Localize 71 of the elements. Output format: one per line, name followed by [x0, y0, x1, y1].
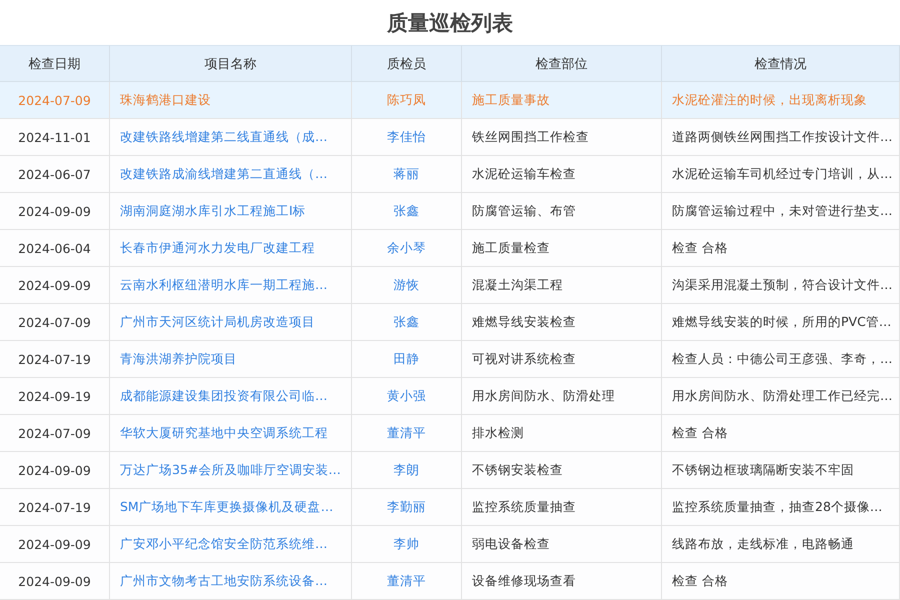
- inspector-cell[interactable]: 李佳怡: [352, 119, 462, 156]
- result-cell[interactable]: 检查人员：中德公司王彦强、李奇，…: [662, 341, 900, 378]
- location-cell[interactable]: 施工质量检查: [462, 230, 662, 267]
- result-cell[interactable]: 道路两侧铁丝网围挡工作按设计文件…: [662, 119, 900, 156]
- project-link[interactable]: 云南水利枢纽潜明水库一期工程施…: [120, 276, 328, 294]
- date-cell[interactable]: 2024-07-19: [0, 489, 110, 526]
- result-cell[interactable]: 用水房间防水、防滑处理工作已经完…: [662, 378, 900, 415]
- date-cell[interactable]: 2024-09-09: [0, 267, 110, 304]
- project-link[interactable]: 广州市天河区统计局机房改造项目: [120, 314, 315, 330]
- result-cell[interactable]: 不锈钢边框玻璃隔断安装不牢固: [662, 452, 900, 489]
- location-cell[interactable]: 用水房间防水、防滑处理: [462, 378, 662, 415]
- inspector-cell[interactable]: 李勤丽: [352, 489, 462, 526]
- location-cell[interactable]: 可视对讲系统检查: [462, 341, 662, 378]
- location-cell[interactable]: 难燃导线安装检查: [462, 304, 662, 341]
- date-cell[interactable]: 2024-09-09: [0, 563, 110, 600]
- project-link[interactable]: SM广场地下车库更换摄像机及硬盘…: [120, 498, 334, 516]
- date-cell[interactable]: 2024-07-09: [0, 415, 110, 452]
- location-cell[interactable]: 设备维修现场查看: [462, 563, 662, 600]
- date-cell[interactable]: 2024-09-09: [0, 526, 110, 563]
- project-link[interactable]: 青海洪湖养护院项目: [120, 350, 237, 368]
- inspector-cell[interactable]: 田静: [352, 341, 462, 378]
- column-header: 检查日期: [0, 45, 110, 82]
- result-cell[interactable]: 水泥砼运输车司机经过专门培训，从…: [662, 156, 900, 193]
- result-cell[interactable]: 沟渠采用混凝土预制，符合设计文件…: [662, 267, 900, 304]
- project-link[interactable]: 湖南洞庭湖水库引水工程施工Ⅰ标: [120, 202, 306, 220]
- inspector-cell[interactable]: 游恢: [352, 267, 462, 304]
- project-link[interactable]: 改建铁路成渝线增建第二直通线（…: [120, 166, 328, 182]
- location-cell[interactable]: 混凝土沟渠工程: [462, 267, 662, 304]
- location-cell[interactable]: 防腐管运输、布管: [462, 193, 662, 230]
- inspector-cell[interactable]: 李朗: [352, 452, 462, 489]
- inspector-cell[interactable]: 张鑫: [352, 304, 462, 341]
- column-header: 检查部位: [462, 45, 662, 82]
- inspector-cell[interactable]: 蒋丽: [352, 156, 462, 193]
- result-cell[interactable]: 线路布放，走线标准，电路畅通: [662, 526, 900, 563]
- result-cell[interactable]: 检查 合格: [662, 415, 900, 452]
- project-link[interactable]: 长春市伊通河水力发电厂改建工程: [120, 240, 315, 256]
- date-cell[interactable]: 2024-07-09: [0, 304, 110, 341]
- location-cell[interactable]: 监控系统质量抽查: [462, 489, 662, 526]
- project-link[interactable]: 广安邓小平纪念馆安全防范系统维…: [120, 536, 328, 552]
- location-cell[interactable]: 不锈钢安装检查: [462, 452, 662, 489]
- project-link[interactable]: 广州市文物考古工地安防系统设备…: [120, 572, 328, 590]
- result-cell[interactable]: 难燃导线安装的时候，所用的PVC管…: [662, 304, 900, 341]
- result-cell[interactable]: 防腐管运输过程中，未对管进行垫支…: [662, 193, 900, 230]
- column-header: 质检员: [352, 45, 462, 82]
- project-link[interactable]: 万达广场35#会所及咖啡厅空调安装…: [120, 462, 341, 478]
- project-link[interactable]: 改建铁路线增建第二线直通线（成…: [120, 128, 328, 146]
- inspector-cell[interactable]: 黄小强: [352, 378, 462, 415]
- location-cell[interactable]: 弱电设备检查: [462, 526, 662, 563]
- result-cell[interactable]: 检查 合格: [662, 230, 900, 267]
- date-cell[interactable]: 2024-06-04: [0, 230, 110, 267]
- date-cell[interactable]: 2024-11-01: [0, 119, 110, 156]
- date-cell[interactable]: 2024-09-09: [0, 452, 110, 489]
- project-link[interactable]: 成都能源建设集团投资有限公司临…: [120, 388, 328, 404]
- location-cell[interactable]: 排水检测: [462, 415, 662, 452]
- inspector-cell[interactable]: 董清平: [352, 563, 462, 600]
- location-cell[interactable]: 水泥砼运输车检查: [462, 156, 662, 193]
- inspector-cell[interactable]: 余小琴: [352, 230, 462, 267]
- column-header: 项目名称: [110, 45, 352, 82]
- date-cell[interactable]: 2024-09-09: [0, 193, 110, 230]
- inspector-cell[interactable]: 董清平: [352, 415, 462, 452]
- inspector-cell[interactable]: 张鑫: [352, 193, 462, 230]
- date-cell[interactable]: 2024-07-19: [0, 341, 110, 378]
- page-title: 质量巡检列表: [387, 10, 513, 36]
- inspector-cell[interactable]: 李帅: [352, 526, 462, 563]
- date-cell[interactable]: 2024-06-07: [0, 156, 110, 193]
- project-link[interactable]: 华软大厦研究基地中央空调系统工程: [120, 424, 328, 442]
- result-cell[interactable]: 监控系统质量抽查，抽查28个摄像…: [662, 489, 900, 526]
- result-cell[interactable]: 检查 合格: [662, 563, 900, 600]
- column-header: 检查情况: [662, 45, 900, 82]
- location-cell[interactable]: 铁丝网围挡工作检查: [462, 119, 662, 156]
- date-cell[interactable]: 2024-09-19: [0, 378, 110, 415]
